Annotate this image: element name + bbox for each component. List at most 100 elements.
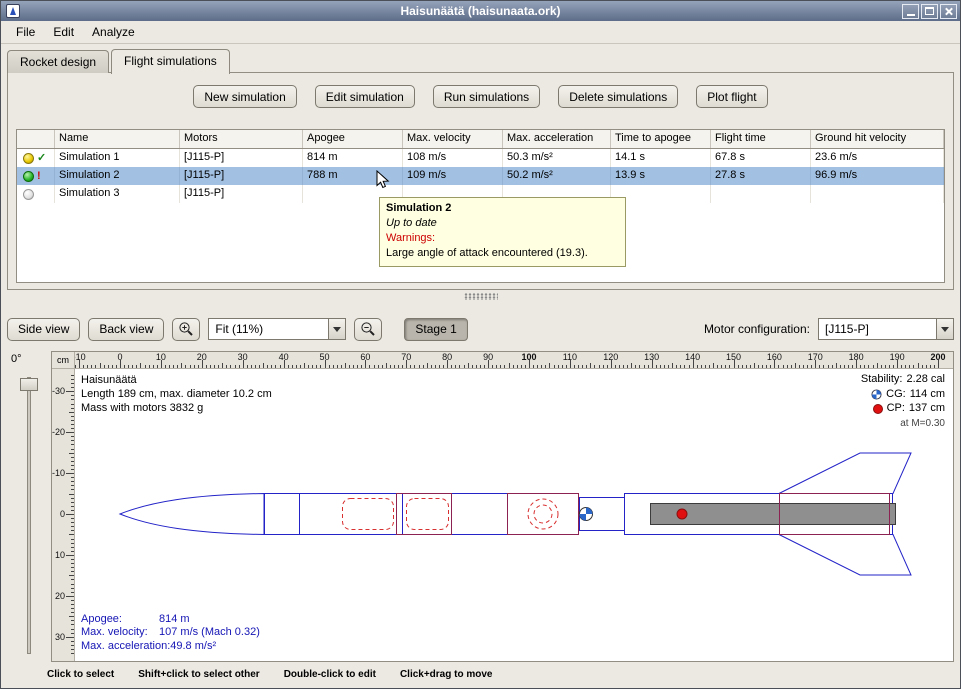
menu-item-edit[interactable]: Edit [44,22,83,42]
ruler-tick [431,365,432,368]
ruler-tick [181,363,182,368]
cg-icon [871,389,882,400]
column-header-flight-time[interactable]: Flight time [711,130,811,148]
column-header-motors[interactable]: Motors [180,130,303,148]
column-header-name[interactable]: Name [55,130,180,148]
title-bar[interactable]: Haisunäätä (haisunaata.ork) [1,1,960,21]
column-header-max-acceleration[interactable]: Max. acceleration [503,130,611,148]
back-view-button[interactable]: Back view [88,318,164,341]
ruler-tick [766,365,767,368]
run-simulations-button[interactable]: Run simulations [433,85,540,108]
ruler-tick [496,365,497,368]
chevron-down-icon[interactable] [936,319,953,339]
ruler-tick [823,365,824,368]
delete-simulations-button[interactable]: Delete simulations [558,85,678,108]
chevron-down-icon[interactable] [328,319,345,339]
column-header-status[interactable] [17,130,55,148]
rocket-canvas[interactable]: Haisunäätä Length 189 cm, max. diameter … [75,369,953,661]
hint-double-click-to-edit: Double-click to edit [284,669,376,680]
ruler-tick [754,363,755,368]
ruler-tick [386,363,387,368]
ruler-tick [455,365,456,368]
column-header-time-to-apogee[interactable]: Time to apogee [611,130,711,148]
ruler-tick [230,365,231,368]
ruler-tick [459,365,460,368]
close-button[interactable] [940,4,957,19]
ruler-tick [251,365,252,368]
ruler-tick [71,563,74,564]
ruler-tick [66,391,74,392]
ruler-tick [71,469,74,470]
ruler-tick [66,555,74,556]
ruler-tick [292,365,293,368]
nose-cone[interactable] [120,494,264,535]
ruler-tick [169,365,170,368]
ruler-tick [443,365,444,368]
plot-flight-button[interactable]: Plot flight [696,85,767,108]
table-row-simulation-1[interactable]: ✓Simulation 1[J115-P]814 m108 m/s50.3 m/… [17,149,944,167]
menu-item-file[interactable]: File [7,22,44,42]
cg-line: CG: 114 cm [861,388,945,402]
menu-item-analyze[interactable]: Analyze [83,22,144,42]
ruler-tick [435,365,436,368]
ruler-tick [476,365,477,368]
minimize-button[interactable] [902,4,919,19]
cell: 108 m/s [403,149,503,167]
ruler-label: 180 [849,352,864,362]
tab-flight-simulations[interactable]: Flight simulations [111,49,230,74]
edit-simulation-button[interactable]: Edit simulation [315,85,415,108]
ruler-tick [664,365,665,368]
ruler-tick [554,365,555,368]
ruler-label: -10 [52,468,65,478]
body-tube-main[interactable] [265,494,579,535]
ruler-tick [194,365,195,368]
table-row-simulation-2[interactable]: !Simulation 2[J115-P]788 m109 m/s50.2 m/… [17,167,944,185]
ruler-tick [71,424,74,425]
column-header-ground-hit-velocity[interactable]: Ground hit velocity [811,130,944,148]
cell: 50.3 m/s² [503,149,611,167]
ruler-tick [819,365,820,368]
motor-config-select[interactable]: [J115-P] [818,318,954,340]
ruler-tick [369,365,370,368]
ruler-tick [464,365,465,368]
rotation-slider[interactable] [27,377,31,654]
ruler-tick [582,365,583,368]
ruler-tick [357,365,358,368]
maximize-button[interactable] [921,4,938,19]
column-header-apogee[interactable]: Apogee [303,130,403,148]
split-handle[interactable] [7,290,954,302]
cell: [J115-P] [180,149,303,167]
side-view-button[interactable]: Side view [7,318,80,341]
ruler-tick [934,365,935,368]
tab-rocket-design[interactable]: Rocket design [7,50,109,73]
ruler-tick [574,365,575,368]
figure-dimensions: Length 189 cm, max. diameter 10.2 cm [81,387,272,401]
ruler-tick [676,365,677,368]
ruler-tick [71,612,74,613]
ruler-tick [680,365,681,368]
zoom-in-button[interactable] [172,318,200,341]
triangle-icon [941,327,949,332]
ruler-tick [885,365,886,368]
new-simulation-button[interactable]: New simulation [193,85,296,108]
simulation-actions: New simulation Edit simulation Run simulat… [8,85,953,108]
ruler-tick [517,365,518,368]
ruler-tick [71,629,74,630]
rotation-slider-handle[interactable] [20,378,38,391]
fin-top[interactable] [779,453,911,494]
stability-value: 2.28 cal [906,373,945,387]
ruler-tick [87,365,88,368]
zoom-level-select[interactable]: Fit (11%) [208,318,346,340]
ruler-label: 80 [442,352,452,362]
column-header-max-velocity[interactable]: Max. velocity [403,130,503,148]
fin-bottom[interactable] [779,535,911,576]
ruler-tick [71,592,74,593]
stage-1-toggle[interactable]: Stage 1 [404,318,467,341]
ruler-tick [71,420,74,421]
ruler-tick [832,365,833,368]
ruler-tick [586,365,587,368]
zoom-out-button[interactable] [354,318,382,341]
cell: [J115-P] [180,185,303,203]
ruler-tick [71,620,74,621]
ruler-tick [877,363,878,368]
